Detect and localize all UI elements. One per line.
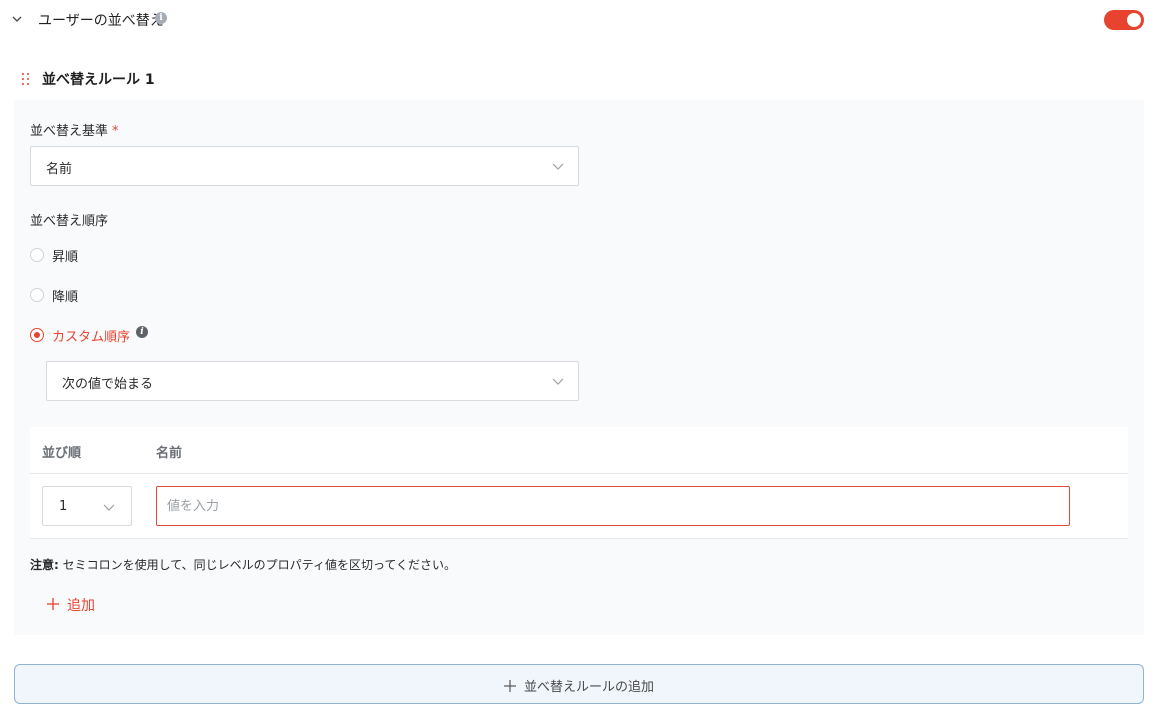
note-text: セミコロンを使用して、同じレベルのプロパティ値を区切ってください。 <box>62 558 457 572</box>
chevron-down-icon <box>552 163 564 170</box>
section-header: ユーザーの並べ替え i <box>0 0 1156 40</box>
add-sort-rule-label: 並べ替えルールの追加 <box>523 680 654 695</box>
info-icon[interactable]: i <box>136 326 148 338</box>
section-toggle[interactable] <box>1104 10 1144 30</box>
radio-button[interactable] <box>30 288 44 302</box>
plus-icon <box>47 598 59 610</box>
radio-label: 降順 <box>52 290 79 305</box>
radio-descending[interactable]: 降順 <box>30 286 130 305</box>
order-select[interactable]: 1 <box>42 486 132 526</box>
custom-mode-value: 次の値で始まる <box>62 377 154 392</box>
criterion-value: 名前 <box>46 162 73 177</box>
radio-button[interactable] <box>30 248 44 262</box>
info-icon[interactable]: i <box>155 12 167 24</box>
value-input[interactable] <box>156 486 1070 526</box>
toggle-knob <box>1127 13 1141 27</box>
order-value: 1 <box>59 499 68 514</box>
radio-custom-order[interactable]: カスタム順序 <box>30 326 131 345</box>
plus-icon <box>503 680 516 692</box>
chevron-down-icon <box>103 504 115 511</box>
custom-values-table: 並び順 名前 1 <box>30 427 1128 539</box>
chevron-down-icon[interactable] <box>10 12 24 26</box>
column-header-name: 名前 <box>156 446 183 461</box>
criterion-label: 並べ替え基準 * <box>30 124 119 139</box>
order-label: 並べ替え順序 <box>30 214 109 229</box>
radio-ascending[interactable]: 昇順 <box>30 246 130 265</box>
column-header-order: 並び順 <box>42 446 82 461</box>
divider <box>30 538 1128 539</box>
add-sort-rule-button[interactable]: 並べ替えルールの追加 <box>14 664 1144 704</box>
criterion-select[interactable]: 名前 <box>30 146 579 186</box>
drag-handle-icon[interactable] <box>22 73 30 85</box>
note-label: 注意: <box>30 558 59 572</box>
divider <box>30 473 1128 474</box>
custom-mode-select[interactable]: 次の値で始まる <box>46 361 579 401</box>
section-title: ユーザーの並べ替え <box>38 13 164 29</box>
radio-label: 昇順 <box>52 250 79 265</box>
add-value-label: 追加 <box>67 598 95 614</box>
rule-title: 並べ替えルール 1 <box>42 72 155 88</box>
note: 注意: セミコロンを使用して、同じレベルのプロパティ値を区切ってください。 <box>30 556 456 573</box>
radio-label: カスタム順序 <box>52 330 131 345</box>
required-mark: * <box>112 124 119 139</box>
radio-button-selected[interactable] <box>30 328 44 342</box>
chevron-down-icon <box>552 378 564 385</box>
